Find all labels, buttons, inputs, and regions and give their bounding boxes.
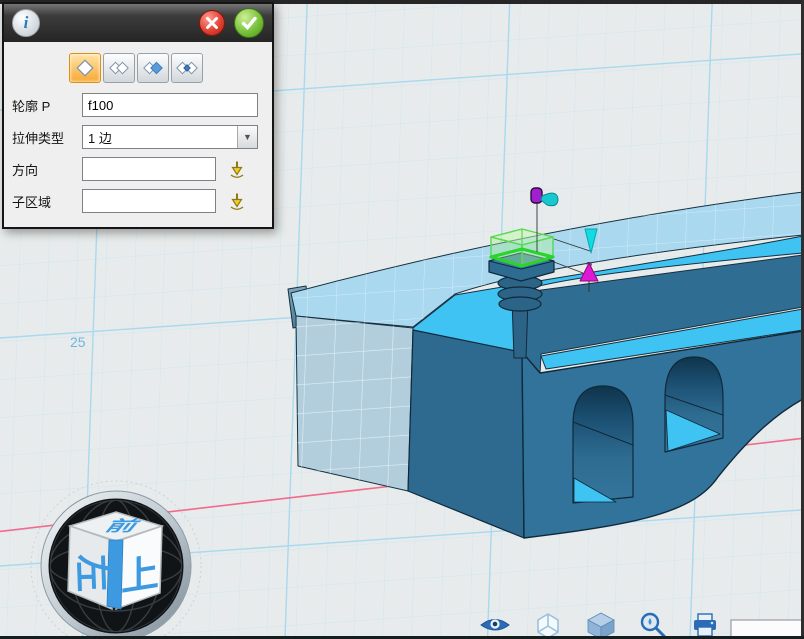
direction-row: 方向 — [12, 157, 262, 181]
extrude-mode-buttons — [12, 51, 262, 93]
extrude-type-select[interactable]: 1 边 ▼ — [82, 125, 258, 149]
arch-opening-2[interactable] — [665, 357, 723, 452]
info-icon[interactable]: i — [12, 9, 40, 37]
cube-label-right: 上 — [121, 551, 159, 600]
chevron-down-icon[interactable]: ▼ — [237, 126, 257, 148]
wireframe-cube-icon[interactable] — [538, 614, 558, 638]
mode-diamond-single-button[interactable] — [69, 53, 101, 83]
info-glyph: i — [24, 13, 29, 33]
dialog-body: 轮廓 P 拉伸类型 1 边 ▼ 方向 子区域 — [4, 42, 272, 227]
view-cube[interactable]: 左 上 前 — [68, 512, 162, 609]
subregion-pick-button[interactable] — [227, 191, 247, 211]
check-icon — [239, 13, 259, 33]
cad-viewport: 25 — [0, 0, 804, 639]
mode-diamond-pair-filled-button[interactable] — [137, 53, 169, 83]
mode-diamond-double-dot-button[interactable] — [171, 53, 203, 83]
extrude-type-value: 1 边 — [83, 128, 237, 147]
diamond-double-dot-icon — [176, 57, 198, 79]
subregion-input[interactable] — [82, 189, 216, 213]
pick-arrow-icon — [227, 159, 247, 179]
bolt-thread — [499, 297, 541, 311]
direction-pick-button[interactable] — [227, 159, 247, 179]
diamond-pair-filled-icon — [142, 57, 164, 79]
profile-input[interactable] — [82, 93, 258, 117]
profile-row: 轮廓 P — [12, 93, 262, 117]
direction-input[interactable] — [82, 157, 216, 181]
subregion-label: 子区域 — [12, 192, 82, 211]
cancel-button[interactable] — [199, 10, 225, 36]
profile-label: 轮廓 P — [12, 96, 82, 115]
diamond-double-icon — [108, 57, 130, 79]
confirm-button[interactable] — [234, 8, 264, 38]
extrude-preview-box[interactable] — [491, 229, 553, 266]
grid-coordinate-label: 25 — [70, 334, 86, 350]
cube-label-left: 左 — [70, 553, 113, 592]
arch-opening-1[interactable] — [573, 386, 633, 503]
extrude-type-label: 拉伸类型 — [12, 128, 82, 147]
direction-label: 方向 — [12, 160, 82, 179]
origin-handle[interactable] — [531, 188, 542, 203]
close-icon — [203, 14, 221, 32]
extrude-type-row: 拉伸类型 1 边 ▼ — [12, 125, 262, 149]
extrude-dialog: i — [2, 2, 274, 229]
dialog-titlebar[interactable]: i — [4, 4, 272, 42]
subregion-row: 子区域 — [12, 189, 262, 213]
diamond-single-icon — [74, 57, 96, 79]
mode-diamond-double-button[interactable] — [103, 53, 135, 83]
pick-arrow-icon — [227, 191, 247, 211]
